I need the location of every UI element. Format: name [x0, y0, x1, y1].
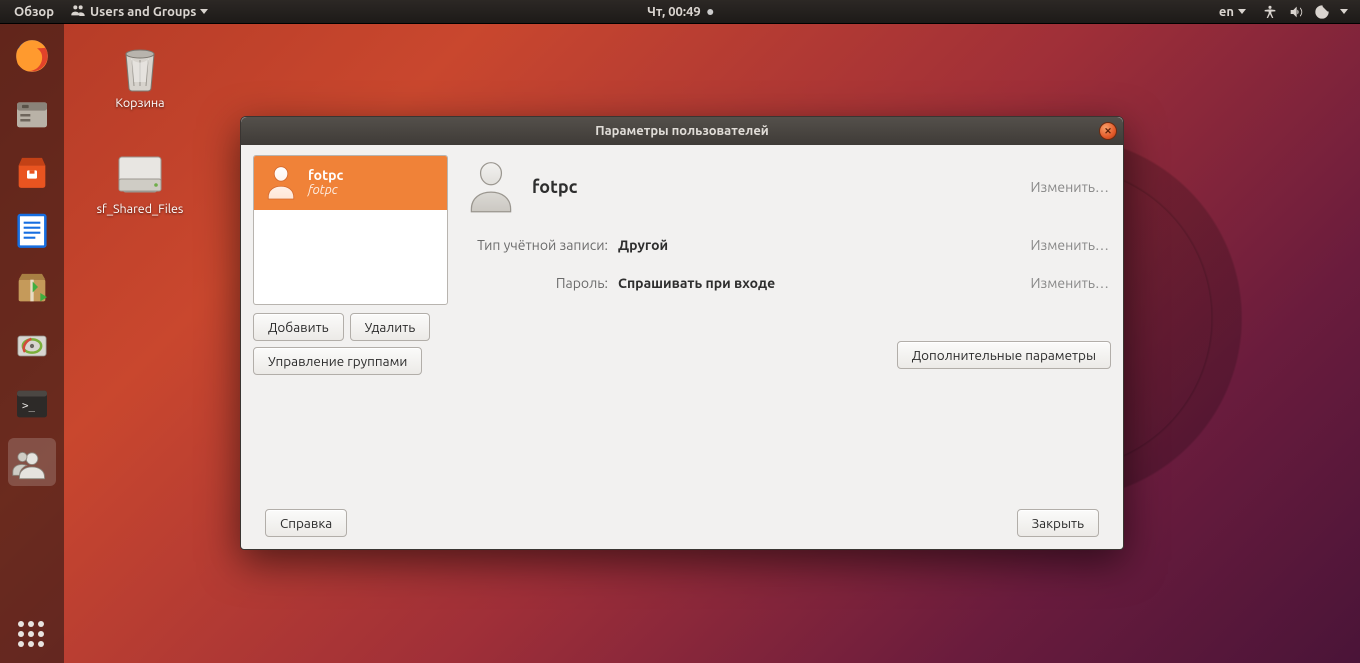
dialog-title: Параметры пользователей: [595, 124, 769, 138]
close-button[interactable]: [1099, 122, 1117, 140]
trash-icon: [115, 42, 165, 92]
top-panel: Обзор Users and Groups Чт, 00:49 en: [0, 0, 1360, 24]
account-type-value: Другой: [618, 237, 1019, 253]
user-list-item[interactable]: fotpc fotpc: [254, 156, 447, 210]
change-name-link[interactable]: Изменить…: [1019, 179, 1109, 195]
change-password-link[interactable]: Изменить…: [1019, 275, 1109, 291]
keyboard-layout-indicator[interactable]: en: [1213, 5, 1252, 19]
desktop-label: sf_Shared_Files: [97, 202, 184, 216]
user-display-name: fotpc: [532, 177, 578, 197]
add-user-button[interactable]: Добавить: [253, 313, 344, 341]
clock[interactable]: Чт, 00:49: [647, 5, 713, 19]
dock-disks[interactable]: [8, 322, 56, 370]
dock: >_: [0, 24, 64, 663]
people-icon: [70, 2, 86, 21]
user-name: fotpc: [308, 167, 343, 183]
dock-files[interactable]: [8, 90, 56, 138]
volume-icon[interactable]: [1288, 4, 1304, 20]
user-detail-pane: fotpc Изменить… Тип учётной записи: Друг…: [462, 155, 1111, 375]
app-menu-label: Users and Groups: [90, 5, 196, 19]
dock-terminal[interactable]: >_: [8, 380, 56, 428]
chevron-down-icon: [1238, 9, 1246, 14]
show-applications-button[interactable]: [18, 621, 46, 649]
dock-firefox[interactable]: [8, 32, 56, 80]
user-login: fotpc: [308, 183, 343, 197]
password-value: Спрашивать при входе: [618, 275, 1019, 291]
dock-package[interactable]: [8, 264, 56, 312]
drive-icon: [115, 148, 165, 198]
users-settings-dialog: Параметры пользователей fotpc fotpc: [240, 116, 1124, 550]
chevron-down-icon[interactable]: [1340, 9, 1348, 14]
dock-users-groups[interactable]: [8, 438, 56, 486]
chevron-down-icon: [200, 9, 208, 14]
password-label: Пароль:: [466, 275, 608, 291]
app-menu[interactable]: Users and Groups: [64, 2, 214, 21]
svg-text:>_: >_: [22, 399, 36, 412]
close-dialog-button[interactable]: Закрыть: [1017, 509, 1099, 537]
notification-dot-icon: [707, 9, 713, 15]
desktop-shared-folder[interactable]: sf_Shared_Files: [95, 148, 185, 216]
dialog-titlebar[interactable]: Параметры пользователей: [241, 117, 1123, 145]
avatar-icon: [262, 162, 300, 202]
help-button[interactable]: Справка: [265, 509, 347, 537]
account-type-label: Тип учётной записи:: [466, 237, 608, 253]
dock-writer[interactable]: [8, 206, 56, 254]
power-icon[interactable]: [1314, 4, 1330, 20]
desktop-trash[interactable]: Корзина: [95, 42, 185, 110]
accessibility-icon[interactable]: [1262, 4, 1278, 20]
change-account-type-link[interactable]: Изменить…: [1019, 237, 1109, 253]
user-list[interactable]: fotpc fotpc: [253, 155, 448, 305]
desktop-label: Корзина: [115, 96, 164, 110]
activities-button[interactable]: Обзор: [8, 5, 60, 19]
avatar-icon: [466, 159, 520, 215]
dock-software[interactable]: [8, 148, 56, 196]
delete-user-button[interactable]: Удалить: [350, 313, 431, 341]
